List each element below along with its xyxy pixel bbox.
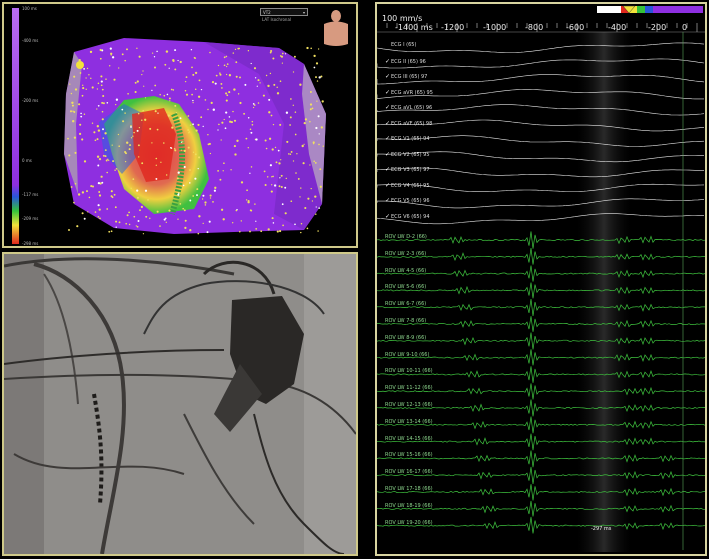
chevron-down-icon: ▾ — [302, 10, 305, 15]
ecg-channel-name: ECG V6 (65) 94 — [391, 213, 430, 220]
fluoroscopy-image — [4, 254, 356, 554]
ecg-channel-label[interactable]: ✓ECG V5 (65) 96 — [385, 197, 430, 204]
egm-channel-label[interactable]: ROV LW 15-16 (66) — [385, 452, 433, 458]
egm-channel-label[interactable]: ROV LW 17-18 (66) — [385, 486, 433, 492]
ecg-channel-name: ECG aVF (65) 98 — [391, 120, 433, 127]
activation-map-canvas[interactable] — [4, 4, 356, 246]
egm-channel-label[interactable]: ROV LW 19-20 (66) — [385, 520, 433, 526]
time-tick-label: 0 — [682, 23, 688, 32]
ecg-channel-label[interactable]: ✓ECG III (65) 97 — [385, 73, 427, 80]
color-scale-bar — [12, 8, 19, 244]
ecg-channel-label[interactable]: ✓ECG V1 (65) 94 — [385, 135, 430, 142]
catheter-tip-marker[interactable] — [76, 61, 84, 69]
window-of-interest[interactable] — [577, 32, 631, 552]
time-tick-label: -1000 — [483, 23, 507, 32]
scale-tick: -209 ms — [22, 216, 39, 221]
scale-tick: -400 ms — [22, 38, 39, 43]
scale-tick: -200 ms — [22, 98, 39, 103]
time-tick-label: -200 — [648, 23, 667, 32]
ecg-channel-label[interactable]: ✓ECG aVF (65) 98 — [385, 120, 432, 127]
scale-tick: -117 ms — [22, 192, 39, 197]
egm-channel-label[interactable]: ROV LW 18-19 (66) — [385, 503, 433, 509]
ecg-channel-label[interactable]: ✓ECG V2 (65) 95 — [385, 151, 430, 158]
ecg-channel-name: ECG II (65) 96 — [391, 58, 426, 65]
sweep-speed-label[interactable]: 100 mm/s — [382, 14, 422, 23]
ecg-channel-name: ECG V4 (65) 95 — [391, 182, 430, 189]
egm-channel-label[interactable]: ROV LW 10-11 (66) — [385, 368, 433, 374]
ecg-channel-name: ECG V5 (65) 96 — [391, 198, 430, 204]
activation-map-panel[interactable]: 100 ms -400 ms -200 ms 0 ms -117 ms -209… — [2, 2, 358, 248]
ecg-channel-name: ECG V3 (65) 97 — [391, 167, 430, 173]
egm-channel-label[interactable]: ROV LW 4-5 (66) — [385, 268, 426, 274]
ecg-channel-label[interactable]: ECG I (65) — [385, 42, 416, 48]
egm-channel-label[interactable]: ROV LW 8-9 (66) — [385, 335, 426, 341]
egm-channel-label[interactable]: ROV LW 16-17 (66) — [385, 469, 433, 475]
scale-tick: 100 ms — [22, 6, 37, 11]
time-tick-label: -1400 ms — [395, 23, 433, 32]
ecg-channel-name: ECG aVL (65) 96 — [391, 105, 433, 111]
cursor-readout: -297 ms — [591, 526, 612, 532]
egm-channel-label[interactable]: ROV LW 11-12 (66) — [385, 385, 433, 391]
ecg-channel-label[interactable]: ✓ECG V3 (65) 97 — [385, 166, 430, 173]
scale-tick: 0 ms — [22, 158, 32, 163]
ecg-channel-name: ECG I (65) — [391, 42, 417, 48]
time-tick-label: -600 — [566, 23, 585, 32]
egm-channel-label[interactable]: ROV LW 9-10 (66) — [385, 352, 429, 358]
egm-channel-label[interactable]: ROV LW 12-13 (66) — [385, 402, 433, 408]
ecg-channel-name: ECG III (65) 97 — [391, 74, 428, 80]
map-mode-label: LAT Isochronal — [262, 17, 292, 22]
map-select-dropdown[interactable]: VT2 ▾ — [260, 8, 308, 16]
time-tick-label: -800 — [525, 23, 544, 32]
map-select-value: VT2 — [263, 10, 271, 15]
egm-channel-label[interactable]: ROV LW 14-15 (66) — [385, 436, 433, 442]
ecg-channel-label[interactable]: ✓ECG V6 (65) 94 — [385, 213, 430, 220]
egm-channel-label[interactable]: ROV LW 2-3 (66) — [385, 251, 426, 257]
ecg-channel-label[interactable]: ✓ECG II (65) 96 — [385, 58, 426, 65]
ecg-channel-name: ECG V1 (65) 94 — [391, 136, 430, 142]
ecg-channel-label[interactable]: ✓ECG V4 (65) 95 — [385, 182, 430, 189]
ecg-channel-label[interactable]: ✓ECG aVL (65) 96 — [385, 104, 432, 111]
egm-channel-label[interactable]: ROV LW 6-7 (66) — [385, 301, 426, 307]
scale-tick: -298 ms — [22, 241, 39, 246]
egm-channel-label[interactable]: ROV LW D-2 (66) — [385, 234, 427, 240]
ecg-channel-name: ECG aVR (65) 95 — [391, 89, 433, 96]
fluoroscopy-panel — [2, 252, 358, 556]
electrogram-panel[interactable]: 100 mm/s -1400 ms -1200 -1000 -800 -600 … — [375, 2, 707, 556]
time-tick-label: -400 — [608, 23, 627, 32]
torso-orientation-icon[interactable] — [324, 10, 348, 46]
egm-channel-label[interactable]: ROV LW 7-8 (66) — [385, 318, 426, 324]
egm-channel-label[interactable]: ROV LW 13-14 (66) — [385, 419, 433, 425]
ecg-channel-label[interactable]: ✓ECG aVR (65) 95 — [385, 89, 433, 96]
time-tick-label: -1200 — [441, 23, 465, 32]
ecg-channel-name: ECG V2 (65) 95 — [391, 151, 430, 158]
egm-channel-label[interactable]: ROV LW 5-6 (66) — [385, 284, 426, 290]
